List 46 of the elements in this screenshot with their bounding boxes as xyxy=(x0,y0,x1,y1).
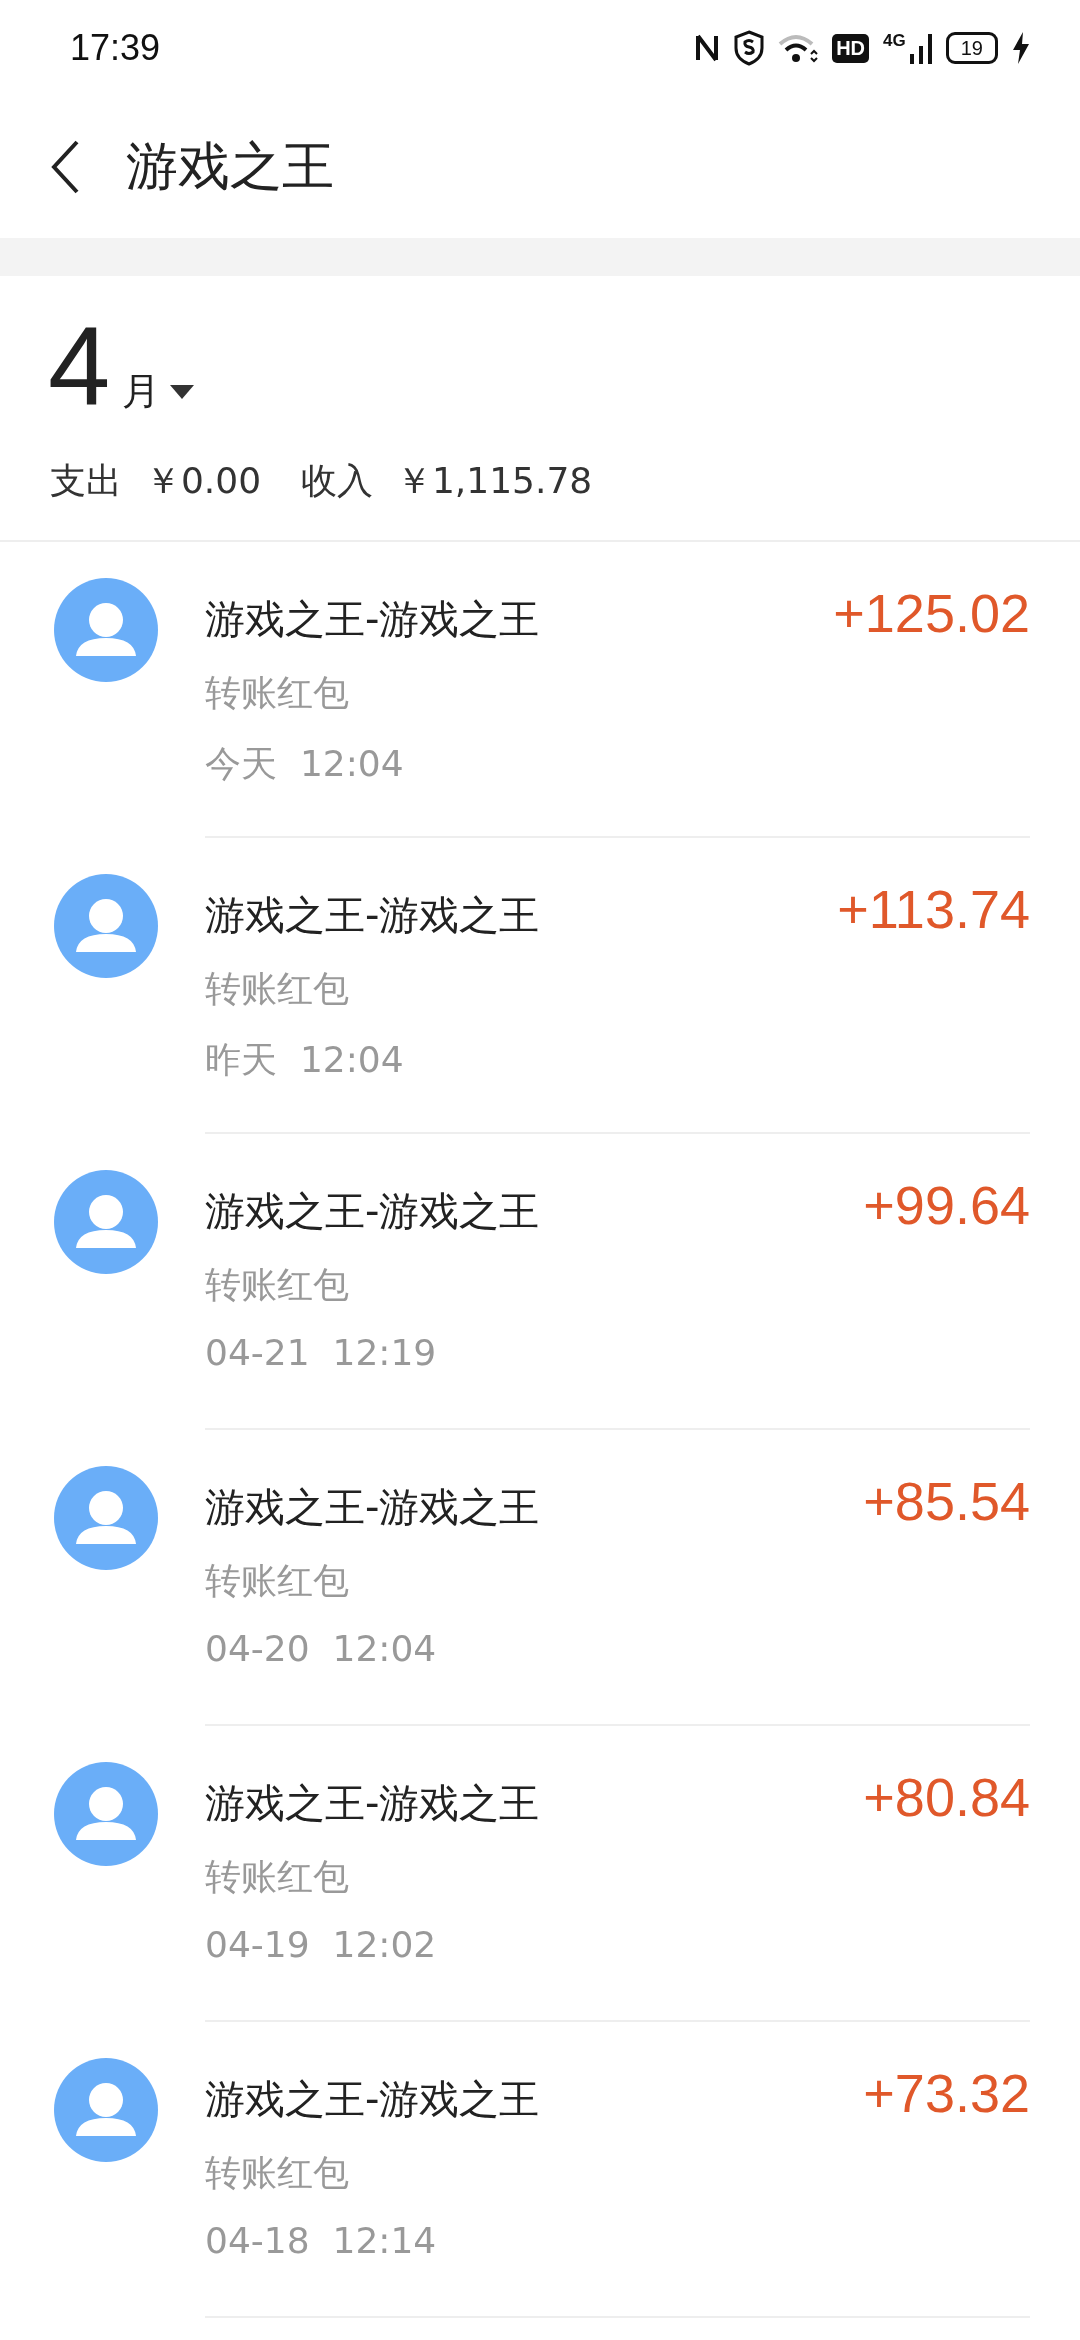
transaction-type: 转账红包 xyxy=(205,2151,350,2196)
transaction-amount: +73.32 xyxy=(863,2062,1030,2126)
nfc-icon xyxy=(694,32,721,64)
transaction-time: 04-18 12:14 xyxy=(205,2220,438,2262)
transaction-title: 游戏之王-游戏之王 xyxy=(205,2075,540,2125)
transaction-title: 游戏之王-游戏之王 xyxy=(205,1187,540,1237)
transaction-time: 04-21 12:19 xyxy=(205,1332,438,1374)
transaction-amount: +113.74 xyxy=(837,878,1030,942)
avatar-icon xyxy=(54,578,158,683)
network-label: 4G xyxy=(883,31,906,51)
transaction-title: 游戏之王-游戏之王 xyxy=(205,891,540,941)
caret-icon xyxy=(170,384,195,399)
avatar-icon xyxy=(54,874,158,979)
month-number: 4 xyxy=(48,304,111,428)
transaction-type: 转账红包 xyxy=(205,671,350,716)
transaction-type: 转账红包 xyxy=(205,967,350,1012)
shield-icon xyxy=(734,30,765,66)
wifi-icon xyxy=(778,32,819,64)
transaction-time: 04-19 12:02 xyxy=(205,1924,438,1966)
summary-total: 支出 ￥0.00 xyxy=(50,459,262,504)
transaction-title: 游戏之王-游戏之王 xyxy=(205,1483,540,1533)
signal-icon xyxy=(909,32,932,64)
battery-level: 19 xyxy=(945,32,998,64)
transaction-title: 游戏之王-游戏之王 xyxy=(205,595,540,645)
transaction-time: 昨天 12:04 xyxy=(205,1038,405,1083)
transaction-time: 今天 12:04 xyxy=(205,742,405,787)
transaction-type: 转账红包 xyxy=(205,1855,350,1900)
transaction-amount: +99.64 xyxy=(863,1174,1030,1238)
hd-badge: HD xyxy=(832,33,870,63)
avatar-icon xyxy=(54,1170,158,1275)
transaction-title: 游戏之王-游戏之王 xyxy=(205,1779,540,1829)
transaction-amount: +80.84 xyxy=(863,1766,1030,1830)
back-button[interactable] xyxy=(50,139,80,195)
transaction-time: 04-20 12:04 xyxy=(205,1628,438,1670)
transaction-amount: +85.54 xyxy=(863,1470,1030,1534)
summary-total: 收入 ￥1,115.78 xyxy=(301,459,593,504)
avatar-icon xyxy=(54,1762,158,1867)
status-time: 17:39 xyxy=(70,27,161,69)
charging-icon xyxy=(1012,32,1030,64)
avatar-icon xyxy=(54,1466,158,1571)
transaction-type: 转账红包 xyxy=(205,1263,350,1308)
page-title: 游戏之王 xyxy=(126,135,334,198)
avatar-icon xyxy=(54,2058,158,2163)
month-picker[interactable]: 月 xyxy=(122,366,195,417)
transaction-type: 转账红包 xyxy=(205,1559,350,1604)
transaction-amount: +125.02 xyxy=(833,582,1030,646)
